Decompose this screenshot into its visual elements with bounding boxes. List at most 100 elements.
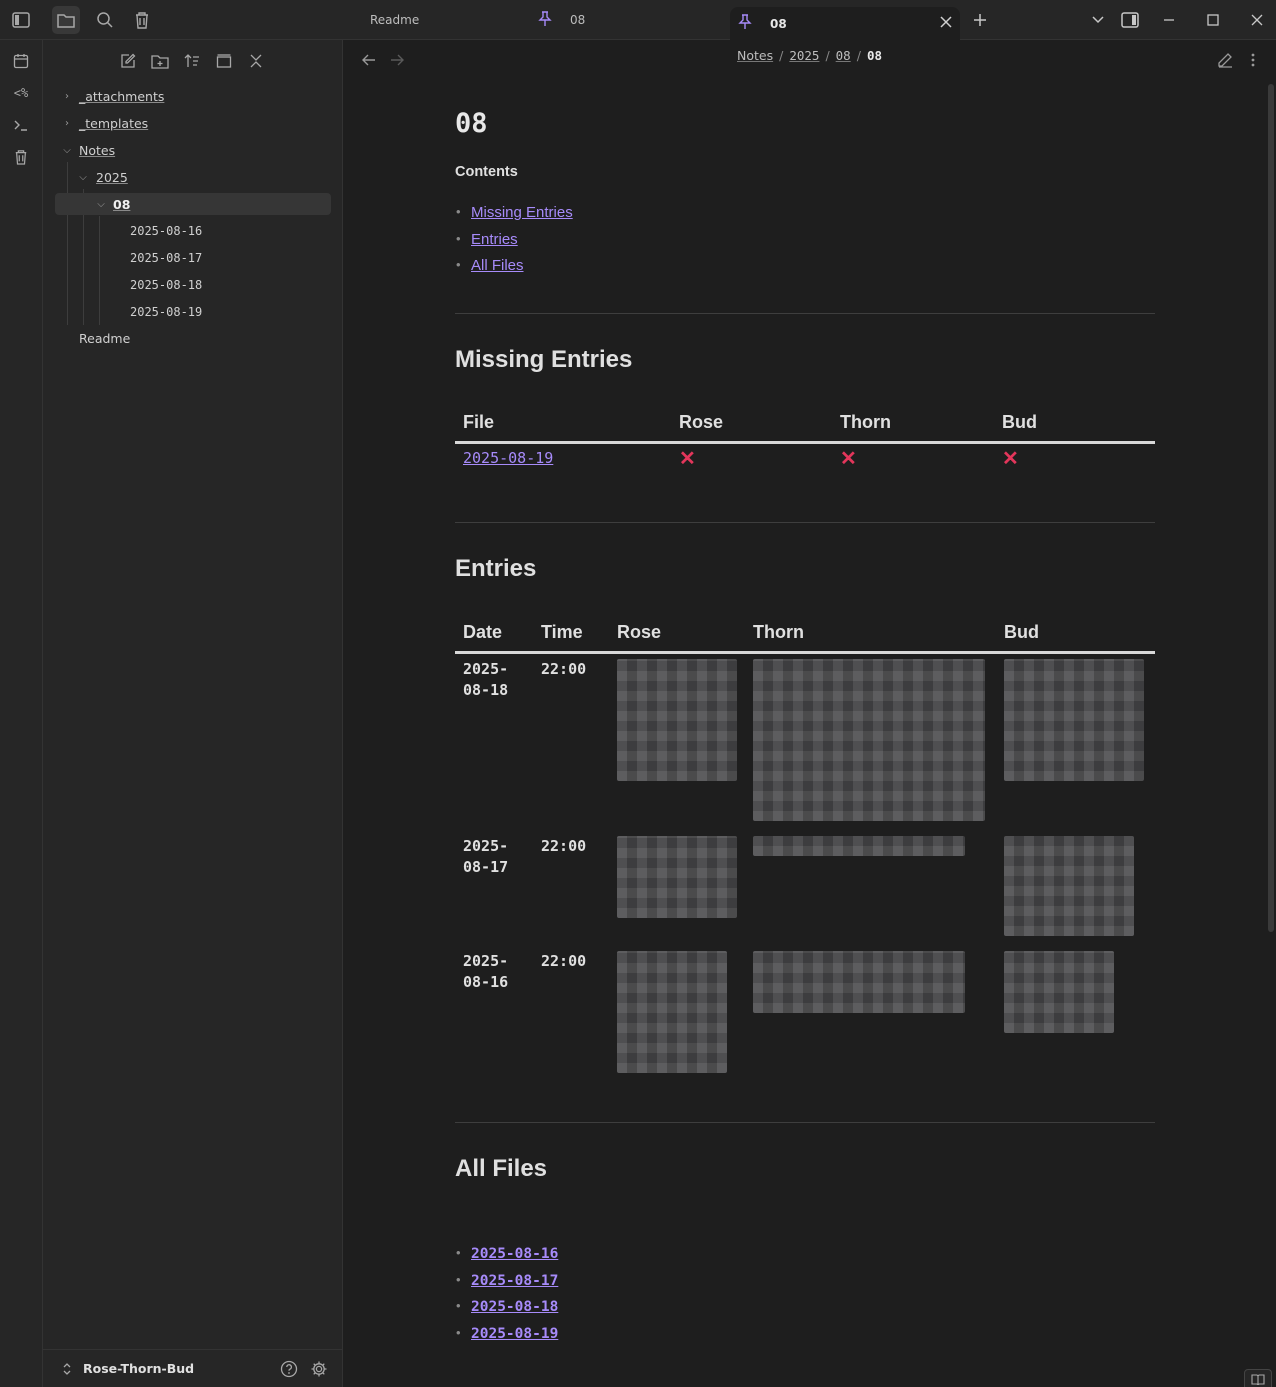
file-link[interactable]: 2025-08-17 bbox=[471, 1273, 558, 1289]
edit-pencil-icon[interactable] bbox=[1215, 50, 1235, 70]
column-header: Bud bbox=[996, 614, 1155, 654]
folder-attachments[interactable]: › _attachments bbox=[55, 85, 331, 107]
redacted-text bbox=[617, 950, 727, 1073]
column-header: Time bbox=[533, 614, 609, 654]
close-window-icon[interactable] bbox=[1243, 6, 1271, 34]
column-header: Thorn bbox=[745, 614, 996, 654]
list-item: Missing Entries bbox=[456, 204, 573, 231]
vault-name[interactable]: Rose-Thorn-Bud bbox=[83, 1361, 194, 1376]
divider bbox=[455, 313, 1155, 314]
divider bbox=[455, 522, 1155, 523]
contents-label: Contents bbox=[455, 164, 518, 180]
breadcrumb-notes[interactable]: Notes bbox=[737, 48, 773, 63]
editor-pane: Notes/2025/08/08 08 Contents Missing Ent… bbox=[343, 40, 1276, 1387]
reading-view-book-icon[interactable] bbox=[1244, 1369, 1272, 1387]
tab-bar: Readme 08 08 bbox=[0, 0, 1276, 40]
missing-x-icon: ✕ bbox=[679, 447, 696, 470]
terminal-icon[interactable] bbox=[7, 112, 35, 138]
redacted-text bbox=[753, 950, 965, 1013]
redacted-text bbox=[753, 835, 965, 856]
toggle-right-sidebar-icon[interactable] bbox=[1116, 6, 1144, 34]
file-2025-08-19[interactable]: 2025-08-19 bbox=[55, 301, 331, 323]
heading-entries: Entries bbox=[455, 555, 537, 582]
vault-switch-chevron-icon[interactable] bbox=[58, 1360, 76, 1378]
list-item: 2025-08-16 bbox=[456, 1245, 558, 1272]
missing-entries-table: File Rose Thorn Bud 2025-08-19 ✕ ✕ ✕ bbox=[455, 404, 1155, 479]
column-header: Rose bbox=[671, 404, 832, 444]
column-header: Date bbox=[455, 614, 533, 654]
chevron-down-icon: ⌵ bbox=[63, 144, 71, 156]
file-link[interactable]: 2025-08-19 bbox=[463, 449, 553, 467]
file-explorer-icon[interactable] bbox=[52, 6, 80, 34]
folder-08[interactable]: ⌵ 08 bbox=[55, 193, 331, 215]
search-icon[interactable] bbox=[91, 6, 119, 34]
auto-reveal-icon[interactable] bbox=[211, 50, 237, 72]
new-folder-icon[interactable] bbox=[147, 50, 173, 72]
ribbon: <% bbox=[0, 40, 43, 1387]
redacted-text bbox=[617, 835, 737, 918]
trash-icon[interactable] bbox=[7, 144, 35, 170]
trash-icon[interactable] bbox=[128, 6, 156, 34]
maximize-icon[interactable] bbox=[1199, 6, 1227, 34]
heading-missing-entries: Missing Entries bbox=[455, 346, 633, 373]
entry-time: 22:00 bbox=[541, 659, 587, 678]
chevron-right-icon: › bbox=[65, 90, 69, 102]
chevron-down-icon: ⌵ bbox=[97, 198, 105, 210]
folder-2025[interactable]: ⌵ 2025 bbox=[55, 166, 331, 188]
missing-x-icon: ✕ bbox=[1002, 447, 1019, 470]
redacted-text bbox=[617, 658, 737, 781]
table-row: 2025- 08-17 22:00 bbox=[455, 831, 1155, 946]
breadcrumb-current: 08 bbox=[866, 48, 882, 63]
entry-date: 2025- 08-17 bbox=[463, 836, 509, 876]
pin-icon bbox=[738, 14, 752, 33]
breadcrumb-08[interactable]: 08 bbox=[836, 48, 851, 63]
folder-templates[interactable]: › _templates bbox=[55, 112, 331, 134]
help-icon[interactable] bbox=[280, 1360, 298, 1378]
file-2025-08-18[interactable]: 2025-08-18 bbox=[55, 274, 331, 296]
list-item: 2025-08-17 bbox=[456, 1272, 558, 1299]
tab-list-chevron-icon[interactable] bbox=[1084, 6, 1112, 34]
file-link[interactable]: 2025-08-16 bbox=[471, 1246, 558, 1262]
new-tab-icon[interactable] bbox=[966, 6, 994, 34]
tab-08-active[interactable]: 08 bbox=[730, 7, 960, 40]
link-entries[interactable]: Entries bbox=[471, 231, 518, 248]
folder-notes[interactable]: ⌵ Notes bbox=[55, 139, 331, 161]
column-header: Bud bbox=[994, 404, 1155, 444]
minimize-icon[interactable] bbox=[1155, 6, 1183, 34]
entry-time: 22:00 bbox=[541, 836, 587, 855]
file-readme[interactable]: Readme bbox=[55, 327, 331, 349]
breadcrumb-2025[interactable]: 2025 bbox=[789, 48, 819, 63]
table-row: 2025- 08-18 22:00 bbox=[455, 652, 1155, 831]
close-tab-icon[interactable] bbox=[940, 16, 952, 31]
breadcrumb: Notes/2025/08/08 bbox=[737, 48, 882, 63]
settings-gear-icon[interactable] bbox=[310, 1360, 328, 1378]
calendar-icon[interactable] bbox=[7, 48, 35, 74]
collapse-all-icon[interactable] bbox=[243, 50, 269, 72]
entry-date: 2025- 08-18 bbox=[463, 659, 509, 699]
tab-08[interactable]: 08 bbox=[530, 0, 758, 40]
link-missing-entries[interactable]: Missing Entries bbox=[471, 204, 573, 221]
toggle-sidebar-icon[interactable] bbox=[7, 6, 35, 34]
table-row: 2025- 08-16 22:00 bbox=[455, 946, 1155, 1083]
contents-list: Missing Entries Entries All Files bbox=[456, 204, 573, 284]
chevron-right-icon: › bbox=[65, 117, 69, 129]
file-link[interactable]: 2025-08-19 bbox=[471, 1326, 558, 1342]
redacted-text bbox=[1004, 950, 1114, 1033]
column-header: Rose bbox=[609, 614, 745, 654]
file-link[interactable]: 2025-08-18 bbox=[471, 1299, 558, 1315]
redacted-text bbox=[1004, 835, 1134, 936]
vault-switcher: Rose-Thorn-Bud bbox=[43, 1349, 342, 1387]
templater-icon[interactable]: <% bbox=[7, 80, 35, 106]
sort-icon[interactable] bbox=[179, 50, 205, 72]
file-2025-08-16[interactable]: 2025-08-16 bbox=[55, 220, 331, 242]
heading-all-files: All Files bbox=[455, 1155, 548, 1182]
link-all-files[interactable]: All Files bbox=[471, 257, 524, 274]
tab-readme[interactable]: Readme bbox=[344, 0, 540, 40]
redacted-text bbox=[753, 658, 985, 821]
redacted-text bbox=[1004, 658, 1144, 781]
entry-time: 22:00 bbox=[541, 951, 587, 970]
more-options-icon[interactable] bbox=[1243, 50, 1263, 70]
new-note-icon[interactable] bbox=[115, 50, 141, 72]
file-2025-08-17[interactable]: 2025-08-17 bbox=[55, 247, 331, 269]
scrollbar[interactable] bbox=[1268, 84, 1274, 932]
